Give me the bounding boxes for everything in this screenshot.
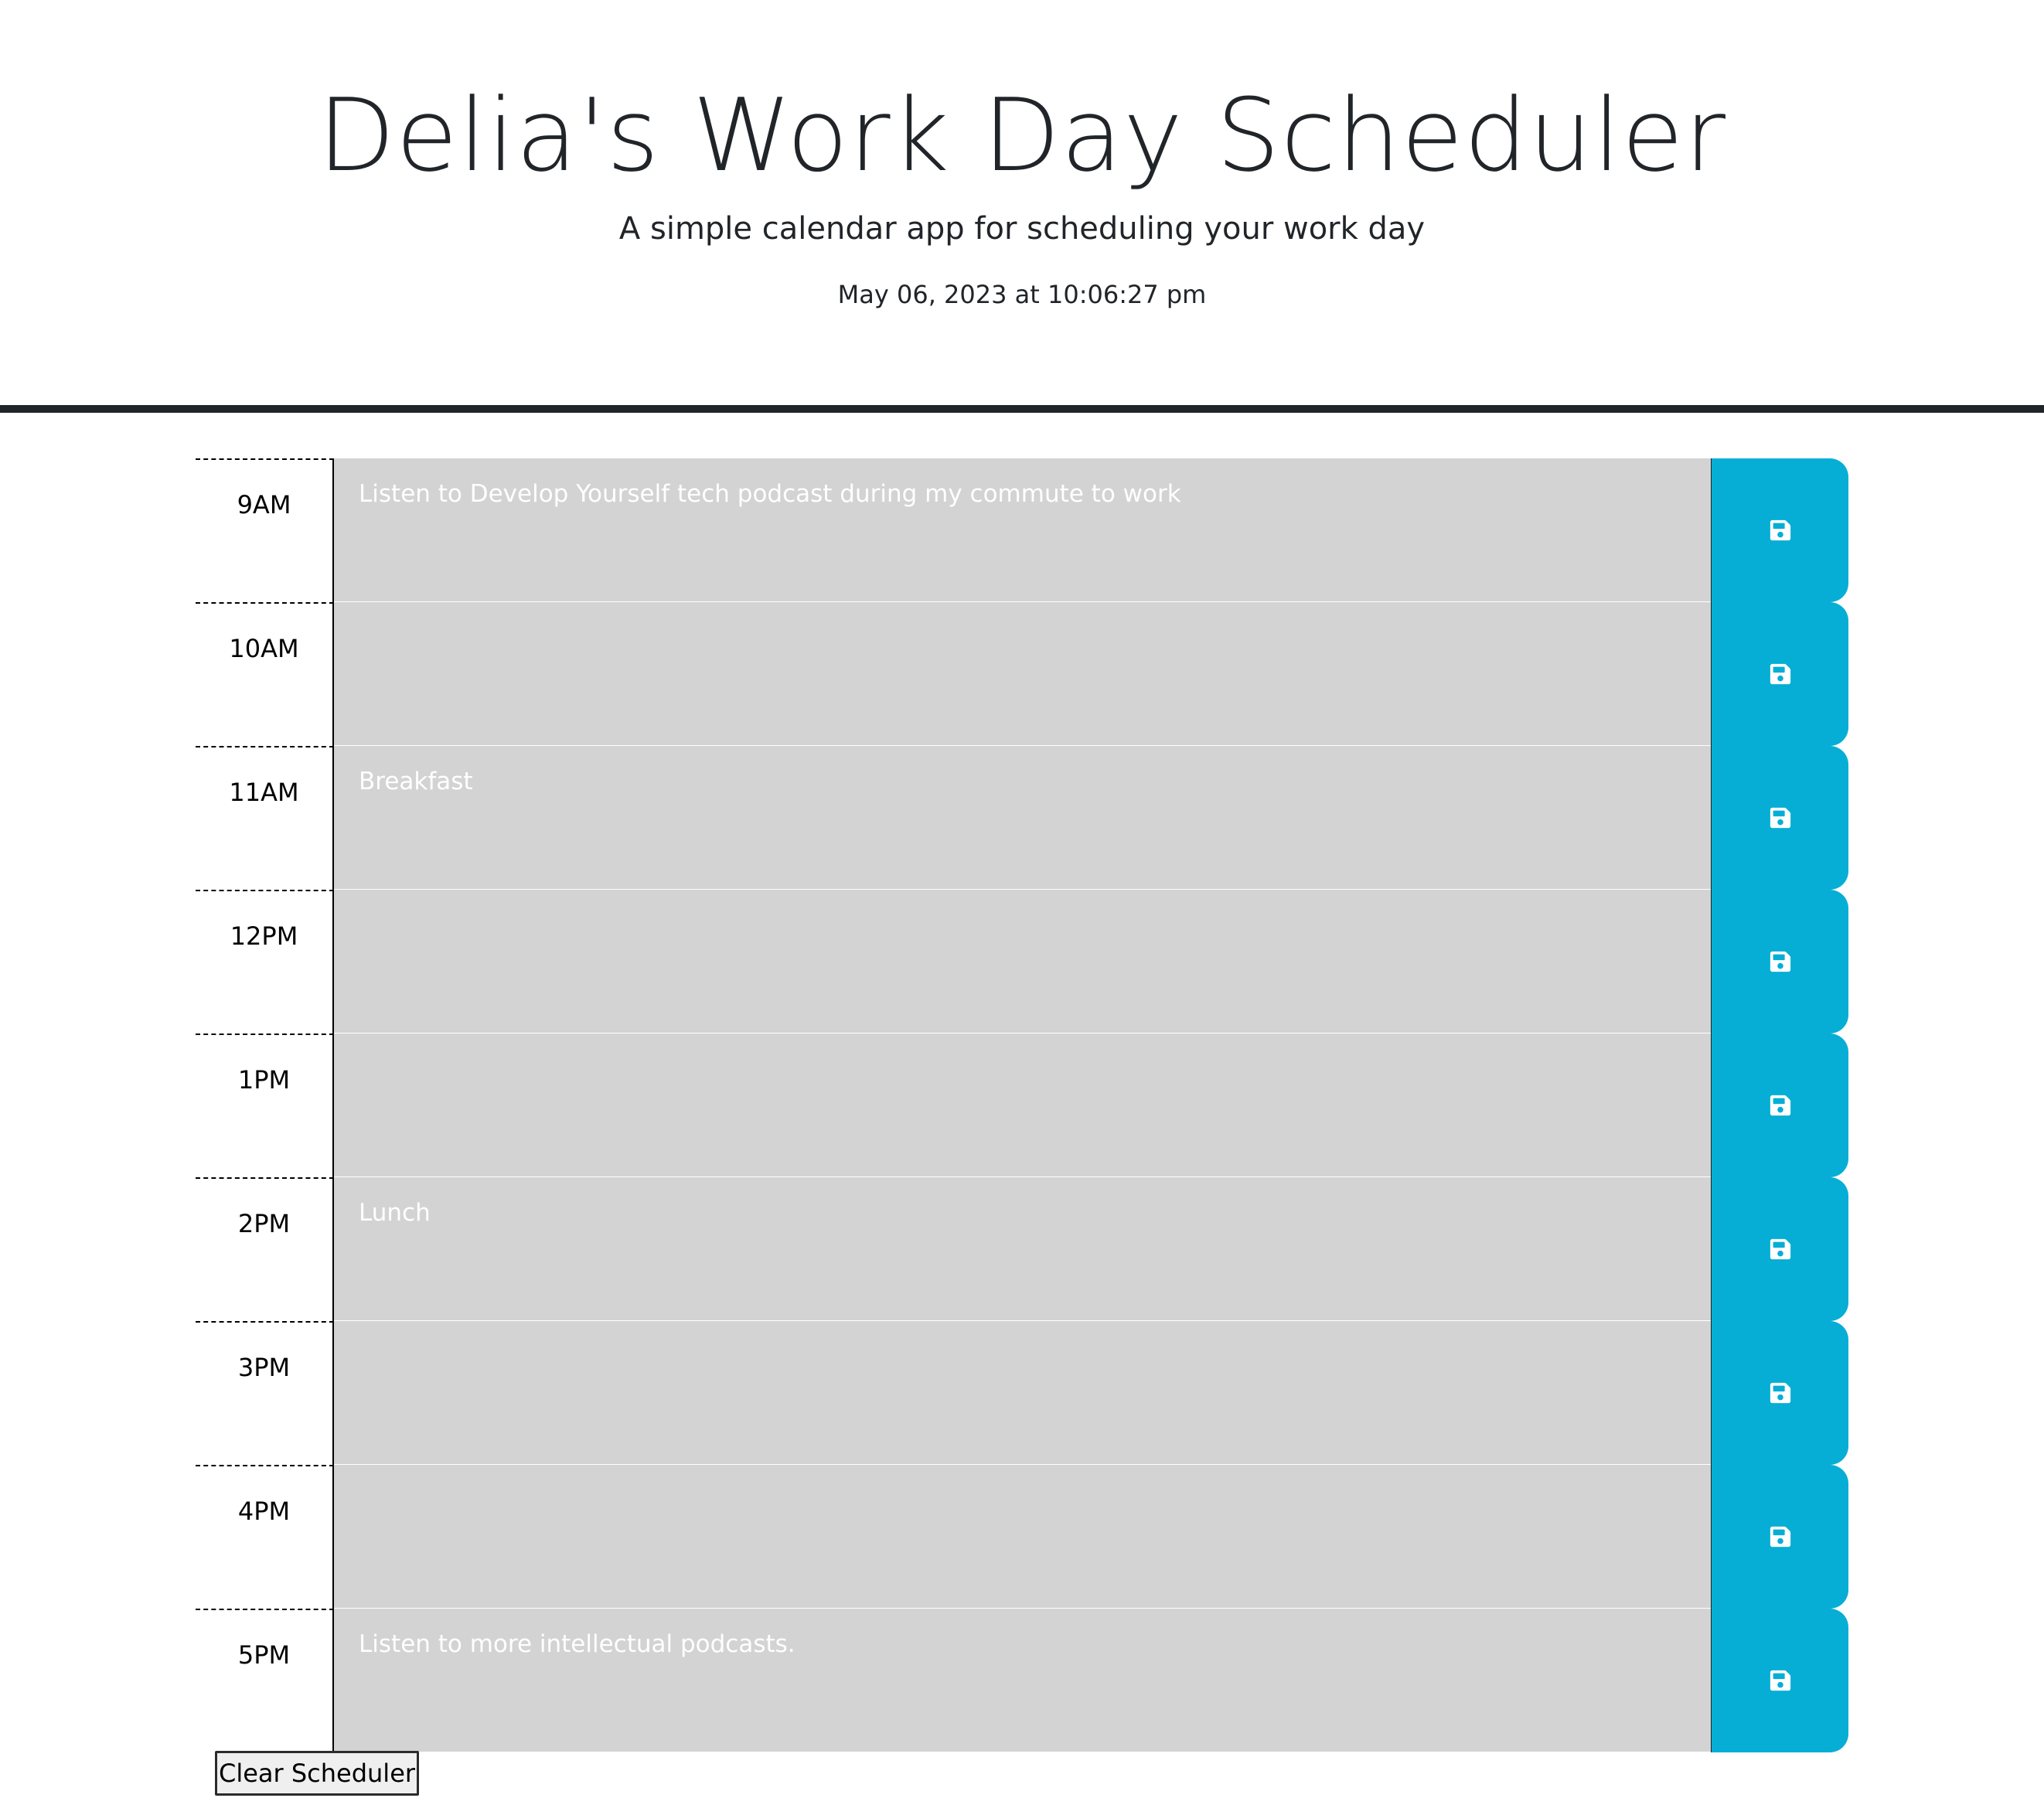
page: Delia's Work Day Scheduler A simple cale… — [0, 0, 2044, 1798]
description-field[interactable] — [334, 602, 1711, 746]
floppy-disk-icon — [1769, 806, 1792, 829]
floppy-disk-icon — [1769, 950, 1792, 973]
save-button[interactable] — [1711, 746, 1848, 890]
time-block-5pm: 5PM Listen to more intellectual podcasts… — [196, 1609, 1848, 1752]
floppy-disk-icon — [1769, 1381, 1792, 1405]
save-button[interactable] — [1711, 1177, 1848, 1321]
clear-scheduler-button[interactable]: Clear Scheduler — [215, 1751, 419, 1796]
hour-label: 1PM — [196, 1034, 334, 1177]
description-field[interactable] — [334, 890, 1711, 1034]
scheduler-container: 9AM Listen to Develop Yourself tech podc… — [196, 458, 1848, 1752]
floppy-disk-icon — [1769, 1238, 1792, 1261]
time-block-2pm: 2PM Lunch — [196, 1177, 1848, 1321]
page-subtitle: A simple calendar app for scheduling you… — [618, 211, 1426, 247]
floppy-disk-icon — [1769, 519, 1792, 542]
hour-label: 12PM — [196, 890, 334, 1034]
hour-label: 3PM — [196, 1321, 334, 1465]
hour-label: 11AM — [196, 746, 334, 890]
time-block-1pm: 1PM — [196, 1034, 1848, 1177]
page-header: Delia's Work Day Scheduler A simple cale… — [0, 0, 2044, 413]
save-button[interactable] — [1711, 602, 1848, 746]
floppy-disk-icon — [1769, 1094, 1792, 1117]
save-button[interactable] — [1711, 1321, 1848, 1465]
time-block-10am: 10AM — [196, 602, 1848, 746]
current-datetime: May 06, 2023 at 10:06:27 pm — [837, 280, 1207, 309]
save-button[interactable] — [1711, 890, 1848, 1034]
description-field[interactable]: Breakfast — [334, 746, 1711, 890]
hour-label: 10AM — [196, 602, 334, 746]
floppy-disk-icon — [1769, 1525, 1792, 1548]
time-block-4pm: 4PM — [196, 1465, 1848, 1609]
save-button[interactable] — [1711, 458, 1848, 602]
time-block-11am: 11AM Breakfast — [196, 746, 1848, 890]
description-field[interactable] — [334, 1034, 1711, 1177]
description-field[interactable] — [334, 1321, 1711, 1465]
save-button[interactable] — [1711, 1034, 1848, 1177]
floppy-disk-icon — [1769, 1669, 1792, 1692]
page-title: Delia's Work Day Scheduler — [317, 77, 1727, 194]
time-block-3pm: 3PM — [196, 1321, 1848, 1465]
hour-label: 9AM — [196, 458, 334, 602]
description-field[interactable]: Lunch — [334, 1177, 1711, 1321]
time-block-9am: 9AM Listen to Develop Yourself tech podc… — [196, 458, 1848, 602]
time-block-12pm: 12PM — [196, 890, 1848, 1034]
description-field[interactable]: Listen to Develop Yourself tech podcast … — [334, 458, 1711, 602]
description-field[interactable] — [334, 1465, 1711, 1609]
hour-label: 4PM — [196, 1465, 334, 1609]
description-field[interactable]: Listen to more intellectual podcasts. — [334, 1609, 1711, 1752]
hour-label: 2PM — [196, 1177, 334, 1321]
hour-label: 5PM — [196, 1609, 334, 1752]
save-button[interactable] — [1711, 1465, 1848, 1609]
save-button[interactable] — [1711, 1609, 1848, 1752]
floppy-disk-icon — [1769, 662, 1792, 686]
